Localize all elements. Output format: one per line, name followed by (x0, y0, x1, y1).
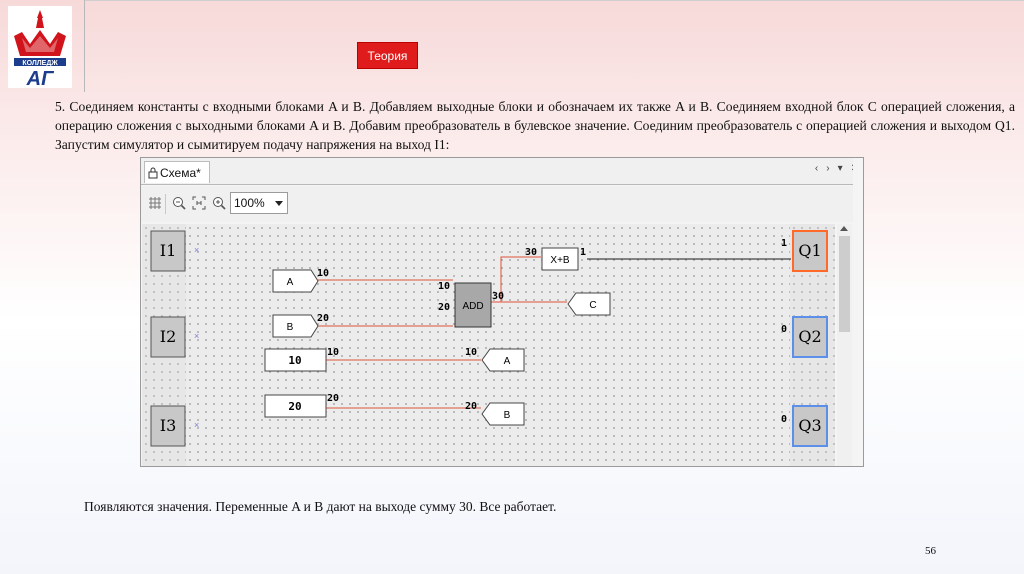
constant-output: 10 (327, 347, 339, 358)
connector-x-icon: × (194, 331, 199, 341)
variable-name: A (504, 356, 511, 367)
variable-output-b[interactable]: B 20 (465, 401, 525, 426)
output-value: 0 (781, 324, 787, 335)
wires (318, 256, 791, 409)
connector-x-icon: × (194, 420, 199, 430)
scheme-editor-window: Схема* ‹ › ▾ ✕ 100% (140, 157, 864, 467)
svg-text:КОЛЛЕДЖ: КОЛЛЕДЖ (22, 60, 58, 67)
conclusion-text: Появляются значения. Переменные A и B да… (84, 499, 557, 514)
variable-value: 20 (465, 401, 477, 412)
page-number: 56 (925, 545, 936, 557)
constant-output: 20 (327, 393, 339, 404)
bool-converter-block[interactable]: X+B 30 1 (525, 247, 586, 271)
output-block-q1[interactable]: Q1 1 (781, 230, 828, 272)
converter-input-value: 30 (525, 247, 537, 258)
variable-output-a[interactable]: A 10 (465, 347, 525, 372)
wire-add-to-converter (500, 256, 541, 302)
add-output-value: 30 (492, 291, 504, 302)
input-block-i2[interactable]: I2 × (150, 316, 199, 358)
function-block-diagram: I1 × I2 × I3 × A 10 B 20 10 10 20 20 ADD… (150, 230, 828, 447)
variable-name: B (287, 322, 294, 333)
variable-output-c[interactable]: C (567, 292, 611, 316)
converter-output-value: 1 (580, 247, 586, 258)
input-label: I3 (160, 416, 177, 435)
output-block-q3[interactable]: Q3 0 (781, 405, 828, 447)
output-block-q2[interactable]: Q2 0 (781, 316, 828, 358)
variable-value: 20 (317, 313, 329, 324)
output-value: 1 (781, 238, 787, 249)
instruction-paragraph: 5. Соединяем константы с входными блокам… (55, 99, 1015, 152)
variable-name: C (589, 300, 596, 311)
add-block[interactable]: ADD 10 20 30 (438, 281, 504, 328)
connector-x-icon: × (194, 245, 199, 255)
constant-block-10[interactable]: 10 10 (264, 347, 339, 372)
svg-text:АГ: АГ (26, 68, 55, 88)
variable-input-b[interactable]: B 20 (272, 313, 329, 338)
college-logo: КОЛЛЕДЖ АГ (8, 6, 72, 88)
add-block-label: ADD (462, 301, 483, 312)
constant-value: 10 (288, 354, 301, 367)
output-value: 0 (781, 414, 787, 425)
input-label: I2 (160, 327, 177, 346)
add-input-2-value: 20 (438, 302, 450, 313)
slide-frame-top (84, 0, 1024, 1)
variable-name: B (504, 410, 511, 421)
variable-name: A (287, 277, 294, 288)
converter-label: X+B (550, 255, 570, 266)
output-label: Q2 (798, 327, 821, 346)
variable-value: 10 (317, 268, 329, 279)
add-input-1-value: 10 (438, 281, 450, 292)
input-block-i3[interactable]: I3 × (150, 405, 199, 447)
constant-value: 20 (288, 400, 301, 413)
input-block-i1[interactable]: I1 × (150, 230, 199, 272)
output-label: Q1 (798, 241, 821, 260)
slide-frame-left (84, 0, 85, 92)
variable-value: 10 (465, 347, 477, 358)
input-label: I1 (160, 241, 177, 260)
output-label: Q3 (798, 416, 821, 435)
theory-button[interactable]: Теория (357, 42, 418, 69)
constant-block-20[interactable]: 20 20 (264, 393, 339, 418)
